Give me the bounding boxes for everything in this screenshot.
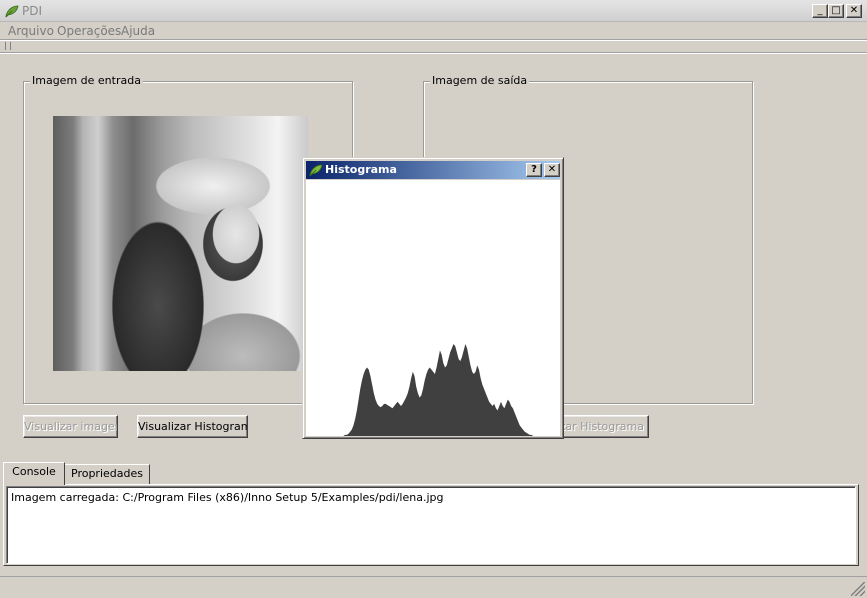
histogram-chart	[306, 344, 540, 436]
menu-separator	[0, 39, 867, 41]
histogram-dialog-title-bar[interactable]: Histograma ? ✕	[306, 161, 560, 179]
app-leaf-icon	[5, 5, 19, 18]
histogram-dialog: Histograma ? ✕	[302, 157, 564, 439]
menu-ajuda[interactable]: Ajuda	[121, 24, 155, 38]
title-bar[interactable]: PDI _ □ ✕	[0, 0, 867, 22]
minimize-button[interactable]: _	[812, 4, 828, 18]
status-bar	[0, 576, 867, 598]
histogram-close-button[interactable]: ✕	[544, 163, 560, 177]
maximize-button[interactable]: □	[828, 4, 844, 18]
view-input-histogram-button[interactable]: Visualizar Histograma	[137, 415, 248, 438]
output-image-group-label: Imagem de saída	[430, 74, 530, 87]
toolbar-separator	[0, 52, 867, 54]
console-output[interactable]: Imagem carregada: C:/Program Files (x86)…	[6, 486, 856, 564]
console-log-line: Imagem carregada: C:/Program Files (x86)…	[11, 491, 444, 504]
histogram-plot-area	[306, 180, 560, 436]
menu-bar: Arquivo Operações Ajuda	[0, 22, 867, 40]
histogram-bars	[306, 344, 540, 436]
menu-operacoes[interactable]: Operações	[57, 24, 121, 38]
tab-propriedades[interactable]: Propriedades	[64, 464, 150, 484]
menu-arquivo[interactable]: Arquivo	[8, 24, 54, 38]
view-input-image-button[interactable]: Visualizar imagem	[23, 415, 118, 438]
window-title: PDI	[22, 4, 43, 18]
input-image	[53, 116, 308, 371]
close-button[interactable]: ✕	[846, 4, 862, 18]
histogram-dialog-title: Histograma	[325, 163, 397, 176]
input-image-group-label: Imagem de entrada	[30, 74, 143, 87]
app-leaf-icon	[309, 164, 323, 177]
resize-grip[interactable]	[851, 582, 865, 596]
toolbar-grip[interactable]	[5, 42, 11, 50]
help-button[interactable]: ?	[526, 163, 542, 177]
main-window: PDI _ □ ✕ Arquivo Operações Ajuda Imagem…	[0, 0, 867, 598]
tab-console[interactable]: Console	[3, 462, 65, 485]
